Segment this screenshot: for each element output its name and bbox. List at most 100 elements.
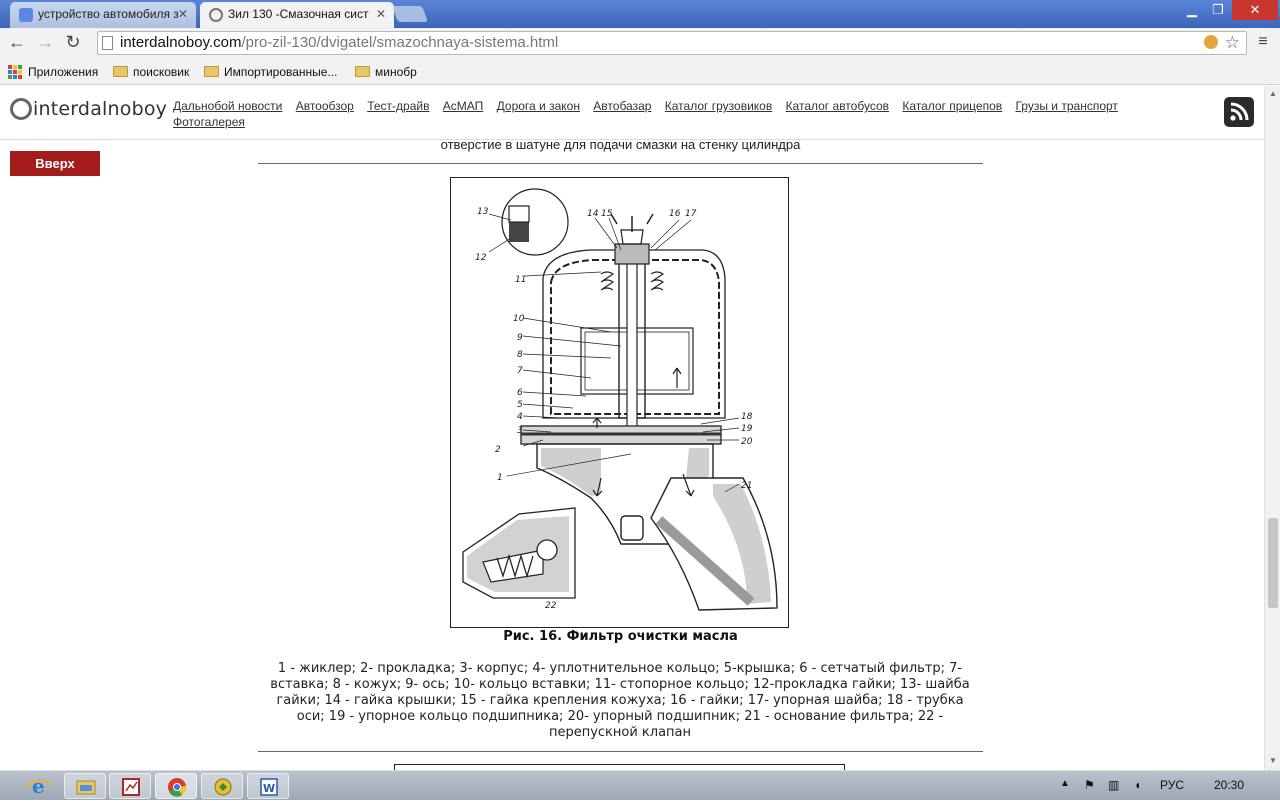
- url-host: interdalnoboy.com: [120, 34, 242, 51]
- minimize-button[interactable]: ▁: [1180, 0, 1204, 20]
- figure-label: 14: [587, 209, 599, 219]
- figure-caption: Рис. 16. Фильтр очистки масла: [503, 629, 738, 644]
- scroll-down-arrow-icon[interactable]: ▼: [1269, 756, 1277, 765]
- figure-label: 2: [495, 445, 501, 455]
- chart-app-icon: [122, 778, 140, 796]
- extension-icon[interactable]: [1204, 35, 1218, 49]
- figure-legend: 1 - жиклер; 2- прокладка; 3- корпус; 4- …: [270, 661, 970, 740]
- rss-icon: [1230, 102, 1249, 121]
- apps-grid-icon: [8, 65, 22, 79]
- flag-icon[interactable]: ⚑: [1084, 778, 1095, 792]
- explorer-button[interactable]: [64, 773, 106, 799]
- address-bar[interactable]: interdalnoboy.com/pro-zil-130/dvigatel/s…: [97, 31, 1247, 55]
- bookmark-label: минобр: [375, 65, 417, 79]
- figure-label: 3: [517, 426, 523, 436]
- back-button[interactable]: ←: [6, 32, 28, 54]
- figure-label: 5: [517, 400, 523, 410]
- nav-link[interactable]: Дорога и закон: [497, 99, 580, 113]
- figure-label: 19: [741, 424, 753, 434]
- language-indicator[interactable]: РУС: [1160, 778, 1184, 792]
- menu-icon[interactable]: ≡: [1252, 32, 1274, 54]
- tab-title: устройство автомобиля з: [38, 7, 179, 21]
- site-favicon-icon: [209, 8, 223, 22]
- close-window-button[interactable]: ✕: [1232, 0, 1278, 20]
- figure-label: 22: [545, 601, 557, 611]
- close-tab-icon[interactable]: ✕: [178, 2, 188, 26]
- reload-button[interactable]: ↻: [62, 32, 84, 54]
- figure-label: 7: [517, 366, 523, 376]
- nav-link[interactable]: Каталог прицепов: [902, 99, 1002, 113]
- bookmark-label: Импортированные...: [224, 65, 338, 79]
- nav-link[interactable]: Автобазар: [593, 99, 651, 113]
- folder-icon: [76, 780, 96, 795]
- word-icon: W: [260, 778, 278, 796]
- oil-filter-drawing: 13 12 11 10 9 8 7 6 5 4 3 2 1 14 15 16 1…: [462, 188, 778, 611]
- nav-link[interactable]: Тест-драйв: [367, 99, 429, 113]
- scroll-up-arrow-icon[interactable]: ▲: [1269, 89, 1277, 98]
- oil-filter-figure: 13 12 11 10 9 8 7 6 5 4 3 2 1 14 15 16 1…: [450, 177, 789, 628]
- bookmark-star-icon[interactable]: ☆: [1225, 32, 1240, 54]
- scroll-top-button[interactable]: Вверх: [10, 151, 100, 176]
- figure-label: 8: [517, 350, 523, 360]
- volume-icon[interactable]: ◖: [1134, 778, 1141, 792]
- figure-label: 21: [741, 481, 752, 491]
- bookmarks-bar: Приложения поисковик Импортированные... …: [0, 58, 1280, 85]
- ie-button[interactable]: e: [18, 773, 60, 799]
- rss-button[interactable]: [1224, 97, 1254, 127]
- bookmark-apps[interactable]: Приложения: [8, 63, 98, 81]
- nav-link[interactable]: Фотогалерея: [173, 115, 245, 129]
- nav-link[interactable]: АсМАП: [443, 99, 484, 113]
- scrollbar-thumb[interactable]: [1268, 518, 1278, 608]
- figure-label: 18: [741, 412, 753, 422]
- figure-label: 9: [517, 333, 523, 343]
- bookmark-label: Приложения: [28, 65, 99, 79]
- tab-strip: устройство автомобиля з ✕ Зил 130 -Смазо…: [0, 0, 1280, 28]
- page-scrollbar[interactable]: ▲ ▼: [1264, 86, 1280, 770]
- url-path: /pro-zil-130/dvigatel/smazochnaya-sistem…: [241, 34, 559, 51]
- figure-label: 13: [477, 207, 489, 217]
- chrome-button[interactable]: [155, 773, 197, 799]
- tab-active[interactable]: Зил 130 -Смазочная сист ✕: [200, 2, 394, 28]
- steering-wheel-icon: [10, 98, 32, 120]
- network-icon[interactable]: ▥: [1108, 778, 1119, 792]
- tab-inactive[interactable]: устройство автомобиля з ✕: [10, 2, 196, 28]
- clock[interactable]: 20:30: [1214, 778, 1244, 792]
- folder-icon: [355, 66, 370, 77]
- folder-icon: [204, 66, 219, 77]
- new-tab-button[interactable]: [392, 6, 428, 22]
- divider: [258, 751, 983, 752]
- app-button[interactable]: [201, 773, 243, 799]
- word-button[interactable]: W: [247, 773, 289, 799]
- site-logo[interactable]: interdalnoboy: [10, 98, 167, 120]
- nav-link[interactable]: Каталог автобусов: [786, 99, 889, 113]
- main-nav: Дальнобой новости Автообзор Тест-драйв А…: [173, 98, 1173, 130]
- presentation-button[interactable]: [109, 773, 151, 799]
- chrome-icon: [168, 778, 187, 797]
- divider: [258, 163, 983, 164]
- figure-label: 11: [515, 275, 526, 285]
- tab-title: Зил 130 -Смазочная сист: [228, 7, 369, 21]
- maximize-button[interactable]: ❐: [1206, 0, 1230, 20]
- windows-taskbar: e W ▲ ⚑ ▥ ◖ РУС 20:30: [0, 770, 1280, 800]
- nav-link[interactable]: Каталог грузовиков: [665, 99, 772, 113]
- forward-button[interactable]: →: [34, 32, 56, 54]
- figure-label: 16: [669, 209, 681, 219]
- folder-icon: [113, 66, 128, 77]
- bookmark-folder[interactable]: Импортированные...: [204, 63, 337, 81]
- bookmark-folder[interactable]: поисковик: [113, 63, 189, 81]
- bookmark-folder[interactable]: минобр: [355, 63, 417, 81]
- tray-expand-icon[interactable]: ▲: [1060, 778, 1070, 789]
- close-tab-icon[interactable]: ✕: [376, 2, 386, 26]
- nav-link[interactable]: Дальнобой новости: [173, 99, 282, 113]
- nav-link[interactable]: Грузы и транспорт: [1015, 99, 1117, 113]
- nav-link[interactable]: Автообзор: [296, 99, 354, 113]
- svg-text:W: W: [263, 782, 275, 795]
- google-icon: [19, 8, 33, 22]
- site-header: interdalnoboy Дальнобой новости Автообзо…: [0, 86, 1264, 140]
- figure-label: 4: [517, 412, 523, 422]
- internet-explorer-icon: e: [25, 774, 53, 798]
- figure-label: 15: [601, 209, 613, 219]
- svg-text:e: e: [32, 774, 45, 798]
- figure-label: 6: [517, 388, 523, 398]
- figure-label: 1: [497, 473, 503, 483]
